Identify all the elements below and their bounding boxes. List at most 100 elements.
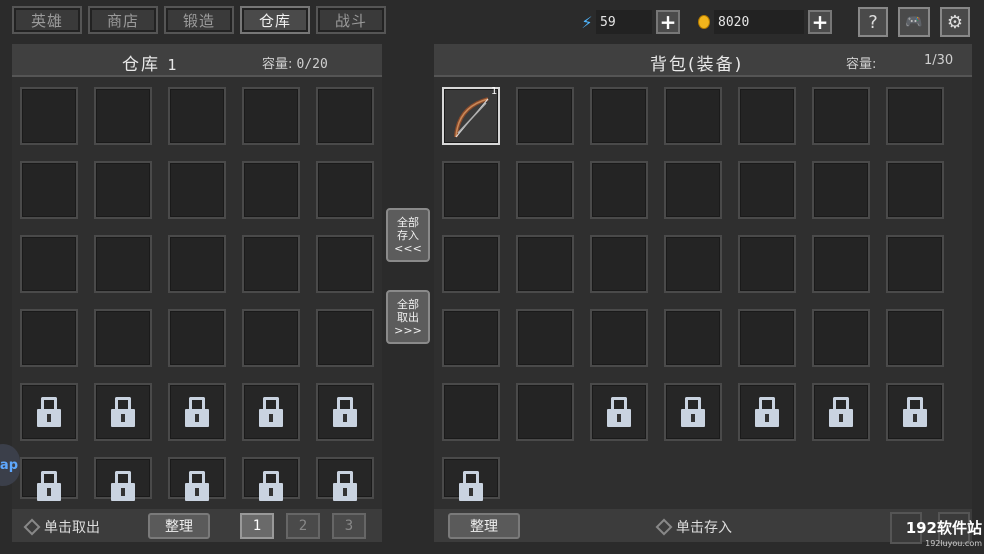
storage-number: 1 <box>167 56 179 74</box>
backpack-slot[interactable] <box>442 161 500 219</box>
backpack-slot[interactable] <box>812 309 870 367</box>
storage-slot[interactable] <box>20 309 78 367</box>
watermark: 192软件站 192luyou.com <box>905 519 982 548</box>
lock-icon <box>111 471 135 501</box>
lock-icon <box>755 397 779 427</box>
backpack-slot[interactable] <box>442 309 500 367</box>
backpack-title: 背包(装备) <box>650 55 744 75</box>
lock-icon <box>259 397 283 427</box>
coin-icon <box>698 15 710 29</box>
storage-slot[interactable] <box>94 87 152 145</box>
backpack-slot[interactable] <box>812 161 870 219</box>
backpack-slot[interactable] <box>516 161 574 219</box>
backpack-slot[interactable] <box>442 235 500 293</box>
locked-slot[interactable] <box>590 383 648 441</box>
storage-slot[interactable] <box>242 235 300 293</box>
settings-button[interactable]: ⚙ <box>940 7 970 37</box>
tab-hero[interactable]: 英雄 <box>12 6 82 34</box>
storage-slot[interactable] <box>20 235 78 293</box>
tab-forge[interactable]: 锻造 <box>164 6 234 34</box>
locked-slot[interactable] <box>738 383 796 441</box>
locked-slot[interactable] <box>442 457 500 501</box>
storage-slot[interactable] <box>168 235 226 293</box>
storage-slot[interactable] <box>316 161 374 219</box>
gold-resource: 8020 + <box>696 9 832 35</box>
locked-slot[interactable] <box>242 457 300 501</box>
locked-slot[interactable] <box>168 383 226 441</box>
backpack-slot[interactable] <box>516 235 574 293</box>
storage-footer: 单击取出 整理 1 2 3 <box>12 509 382 542</box>
tab-shop[interactable]: 商店 <box>88 6 158 34</box>
backpack-slot[interactable] <box>664 87 722 145</box>
store-all-button[interactable]: 全部 存入 <<< <box>386 208 430 262</box>
backpack-slot[interactable] <box>886 235 944 293</box>
locked-slot[interactable] <box>316 457 374 501</box>
locked-slot[interactable] <box>812 383 870 441</box>
diamond-icon <box>655 518 673 536</box>
backpack-slot[interactable] <box>738 161 796 219</box>
locked-slot[interactable] <box>168 457 226 501</box>
page-3-button[interactable]: 3 <box>332 513 366 539</box>
bow-icon <box>454 97 489 138</box>
locked-slot[interactable] <box>20 457 78 501</box>
locked-slot[interactable] <box>20 383 78 441</box>
backpack-slot[interactable] <box>886 87 944 145</box>
storage-slot[interactable] <box>20 161 78 219</box>
backpack-slot[interactable] <box>812 235 870 293</box>
backpack-slot[interactable] <box>886 161 944 219</box>
locked-slot[interactable] <box>316 383 374 441</box>
lock-icon <box>903 397 927 427</box>
help-button[interactable]: ? <box>858 7 888 37</box>
backpack-slot[interactable] <box>442 383 500 441</box>
page-1-button[interactable]: 1 <box>240 513 274 539</box>
backpack-slot[interactable] <box>664 161 722 219</box>
tab-battle[interactable]: 战斗 <box>316 6 386 34</box>
storage-slot[interactable] <box>316 87 374 145</box>
storage-slot[interactable] <box>242 87 300 145</box>
storage-header: 仓库 1 容量: 0/20 <box>12 44 382 77</box>
backpack-slot[interactable] <box>590 309 648 367</box>
backpack-slot[interactable] <box>590 87 648 145</box>
locked-slot[interactable] <box>242 383 300 441</box>
storage-slot[interactable] <box>94 235 152 293</box>
tab-warehouse[interactable]: 仓库 <box>240 6 310 34</box>
backpack-slot[interactable] <box>738 235 796 293</box>
locked-slot[interactable] <box>94 457 152 501</box>
backpack-slot[interactable] <box>812 87 870 145</box>
backpack-slot[interactable] <box>590 235 648 293</box>
backpack-slot[interactable] <box>664 309 722 367</box>
storage-slot[interactable] <box>242 161 300 219</box>
storage-slot[interactable] <box>242 309 300 367</box>
backpack-item-slot[interactable]: 1 <box>442 86 500 145</box>
help-icon: ? <box>868 11 878 33</box>
page-2-button[interactable]: 2 <box>286 513 320 539</box>
backpack-sort-button[interactable]: 整理 <box>448 513 520 539</box>
locked-slot[interactable] <box>94 383 152 441</box>
take-out-hint: 单击取出 <box>23 517 100 537</box>
storage-slot[interactable] <box>20 87 78 145</box>
take-all-button[interactable]: 全部 取出 >>> <box>386 290 430 344</box>
backpack-slot[interactable] <box>590 161 648 219</box>
storage-sort-button[interactable]: 整理 <box>148 513 210 539</box>
backpack-slot[interactable] <box>886 309 944 367</box>
lock-icon <box>333 397 357 427</box>
add-energy-button[interactable]: + <box>656 10 680 34</box>
backpack-slot[interactable] <box>516 87 574 145</box>
storage-slot[interactable] <box>94 309 152 367</box>
backpack-slot[interactable] <box>664 235 722 293</box>
storage-slot[interactable] <box>168 87 226 145</box>
add-gold-button[interactable]: + <box>808 10 832 34</box>
controller-button[interactable]: 🎮 <box>898 7 930 37</box>
backpack-slot[interactable] <box>516 309 574 367</box>
storage-slot[interactable] <box>316 309 374 367</box>
storage-slot[interactable] <box>168 161 226 219</box>
backpack-slot[interactable] <box>738 309 796 367</box>
storage-slot[interactable] <box>168 309 226 367</box>
backpack-slot[interactable] <box>516 383 574 441</box>
locked-slot[interactable] <box>664 383 722 441</box>
storage-slot[interactable] <box>316 235 374 293</box>
backpack-slot[interactable] <box>738 87 796 145</box>
locked-slot[interactable] <box>886 383 944 441</box>
storage-slot[interactable] <box>94 161 152 219</box>
energy-value: 59 <box>596 10 652 34</box>
